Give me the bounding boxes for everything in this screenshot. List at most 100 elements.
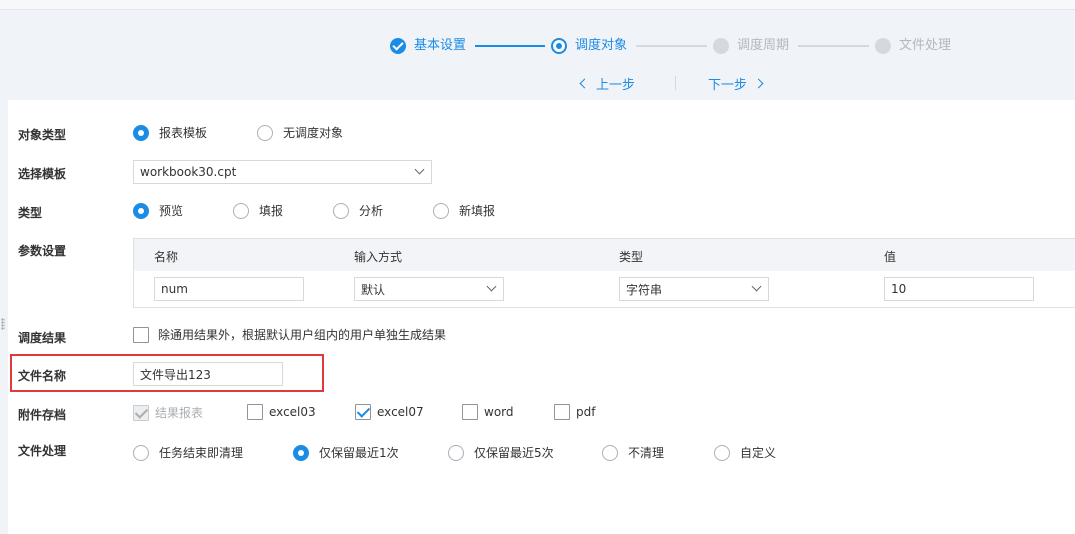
checkbox-checked-disabled-icon <box>133 404 149 421</box>
radio-fill[interactable]: 填报 <box>233 202 283 219</box>
param-type-select[interactable]: 字符串 <box>619 277 769 301</box>
template-label: 选择模板 <box>18 167 67 181</box>
param-input-mode-value: 默认 <box>361 282 386 297</box>
nav-divider <box>675 76 676 90</box>
radio-no-schedule-object[interactable]: 无调度对象 <box>257 124 343 141</box>
radio-keep-last-1[interactable]: 仅保留最近1次 <box>293 444 399 461</box>
attach-word-checkbox[interactable]: word <box>462 404 514 420</box>
param-input-mode-select[interactable]: 默认 <box>354 277 504 301</box>
params-table-header: 名称 输入方式 类型 值 <box>134 239 1075 271</box>
attach-pdf-checkbox[interactable]: pdf <box>554 404 595 420</box>
next-step-button[interactable]: 下一步 <box>708 74 764 93</box>
per-user-result-checkbox[interactable]: 除通用结果外，根据默认用户组内的用户单独生成结果 <box>133 326 446 343</box>
radio-preview[interactable]: 预览 <box>133 202 183 219</box>
checkbox-label: excel03 <box>269 405 316 419</box>
step-todo-icon <box>713 38 729 54</box>
radio-unselected-icon <box>433 202 449 219</box>
radio-label: 仅保留最近5次 <box>474 446 554 460</box>
radio-unselected-icon <box>333 202 349 219</box>
radio-unselected-icon <box>133 444 149 461</box>
param-value-input[interactable] <box>884 277 1034 301</box>
type-label: 类型 <box>18 206 43 220</box>
radio-unselected-icon <box>257 124 273 141</box>
checkbox-label: excel07 <box>377 405 424 419</box>
params-label: 参数设置 <box>18 244 67 258</box>
radio-label: 新填报 <box>459 204 496 218</box>
radio-analysis[interactable]: 分析 <box>333 202 383 219</box>
radio-label: 无调度对象 <box>283 126 344 140</box>
attachments-label: 附件存档 <box>18 408 67 422</box>
radio-unselected-icon <box>602 444 618 461</box>
radio-report-template[interactable]: 报表模板 <box>133 124 207 141</box>
filename-label: 文件名称 <box>18 369 67 383</box>
step-file-processing[interactable]: 文件处理 <box>875 37 951 55</box>
step-connector <box>636 45 707 47</box>
step-schedule-period[interactable]: 调度周期 <box>713 37 789 55</box>
param-name-input[interactable] <box>154 277 304 301</box>
checkbox-label: pdf <box>576 405 596 419</box>
step-label: 文件处理 <box>899 38 952 53</box>
top-bar <box>0 0 1075 10</box>
object-type-label: 对象类型 <box>18 128 67 142</box>
checkbox-checked-icon <box>355 404 371 420</box>
step-connector <box>798 45 869 47</box>
chevron-right-icon <box>753 78 764 89</box>
col-header-type: 类型 <box>619 250 644 264</box>
step-basic-settings[interactable]: 基本设置 <box>390 37 466 55</box>
attach-excel03-checkbox[interactable]: excel03 <box>247 404 316 420</box>
filename-input[interactable] <box>133 362 283 386</box>
radio-new-fill[interactable]: 新填报 <box>433 202 495 219</box>
step-schedule-object[interactable]: 调度对象 <box>551 37 627 55</box>
radio-custom[interactable]: 自定义 <box>714 444 776 461</box>
radio-unselected-icon <box>233 202 249 219</box>
checkbox-label: 结果报表 <box>155 406 204 420</box>
step-current-icon <box>551 38 567 54</box>
radio-label: 预览 <box>159 204 184 218</box>
radio-label: 报表模板 <box>159 126 208 140</box>
radio-label: 不清理 <box>628 446 665 460</box>
checkbox-label: 除通用结果外，根据默认用户组内的用户单独生成结果 <box>158 328 447 342</box>
step-todo-icon <box>875 38 891 54</box>
resize-grip-icon[interactable] <box>1 318 5 330</box>
step-label: 调度周期 <box>737 38 790 53</box>
next-step-label: 下一步 <box>708 78 748 93</box>
prev-step-label: 上一步 <box>596 78 636 93</box>
radio-label: 分析 <box>359 204 384 218</box>
step-label: 调度对象 <box>575 38 628 53</box>
radio-no-clean[interactable]: 不清理 <box>602 444 664 461</box>
schedule-result-label: 调度结果 <box>18 331 67 345</box>
checkbox-unchecked-icon <box>247 404 263 420</box>
radio-label: 填报 <box>259 204 284 218</box>
checkbox-unchecked-icon <box>133 326 149 343</box>
radio-clean-on-finish[interactable]: 任务结束即清理 <box>133 444 243 461</box>
col-header-value: 值 <box>884 250 897 264</box>
attach-result-report-checkbox: 结果报表 <box>133 404 203 421</box>
radio-unselected-icon <box>714 444 730 461</box>
chevron-left-icon <box>579 78 590 89</box>
param-type-value: 字符串 <box>626 282 663 297</box>
checkbox-unchecked-icon <box>462 404 478 420</box>
wizard-stepper: 基本设置 调度对象 调度周期 文件处理 上一步 下一步 <box>0 10 1075 100</box>
radio-label: 自定义 <box>740 446 777 460</box>
checkbox-unchecked-icon <box>554 404 570 420</box>
step-label: 基本设置 <box>414 38 467 53</box>
step-connector <box>475 45 545 47</box>
col-header-input-mode: 输入方式 <box>354 250 403 264</box>
radio-selected-icon <box>133 124 149 141</box>
col-header-name: 名称 <box>154 250 179 264</box>
radio-keep-last-5[interactable]: 仅保留最近5次 <box>448 444 554 461</box>
radio-label: 任务结束即清理 <box>159 446 244 460</box>
file-processing-label: 文件处理 <box>18 444 67 458</box>
chevron-down-icon <box>414 164 425 175</box>
step-done-check-icon <box>390 38 406 54</box>
checkbox-label: word <box>484 405 514 419</box>
prev-step-button[interactable]: 上一步 <box>579 74 636 93</box>
attach-excel07-checkbox[interactable]: excel07 <box>355 404 424 420</box>
radio-selected-icon <box>133 202 149 219</box>
radio-label: 仅保留最近1次 <box>319 446 399 460</box>
template-select[interactable]: workbook30.cpt <box>133 160 432 184</box>
radio-unselected-icon <box>448 444 464 461</box>
chevron-down-icon <box>751 281 762 292</box>
radio-selected-icon <box>293 444 309 461</box>
template-value: workbook30.cpt <box>140 165 237 179</box>
